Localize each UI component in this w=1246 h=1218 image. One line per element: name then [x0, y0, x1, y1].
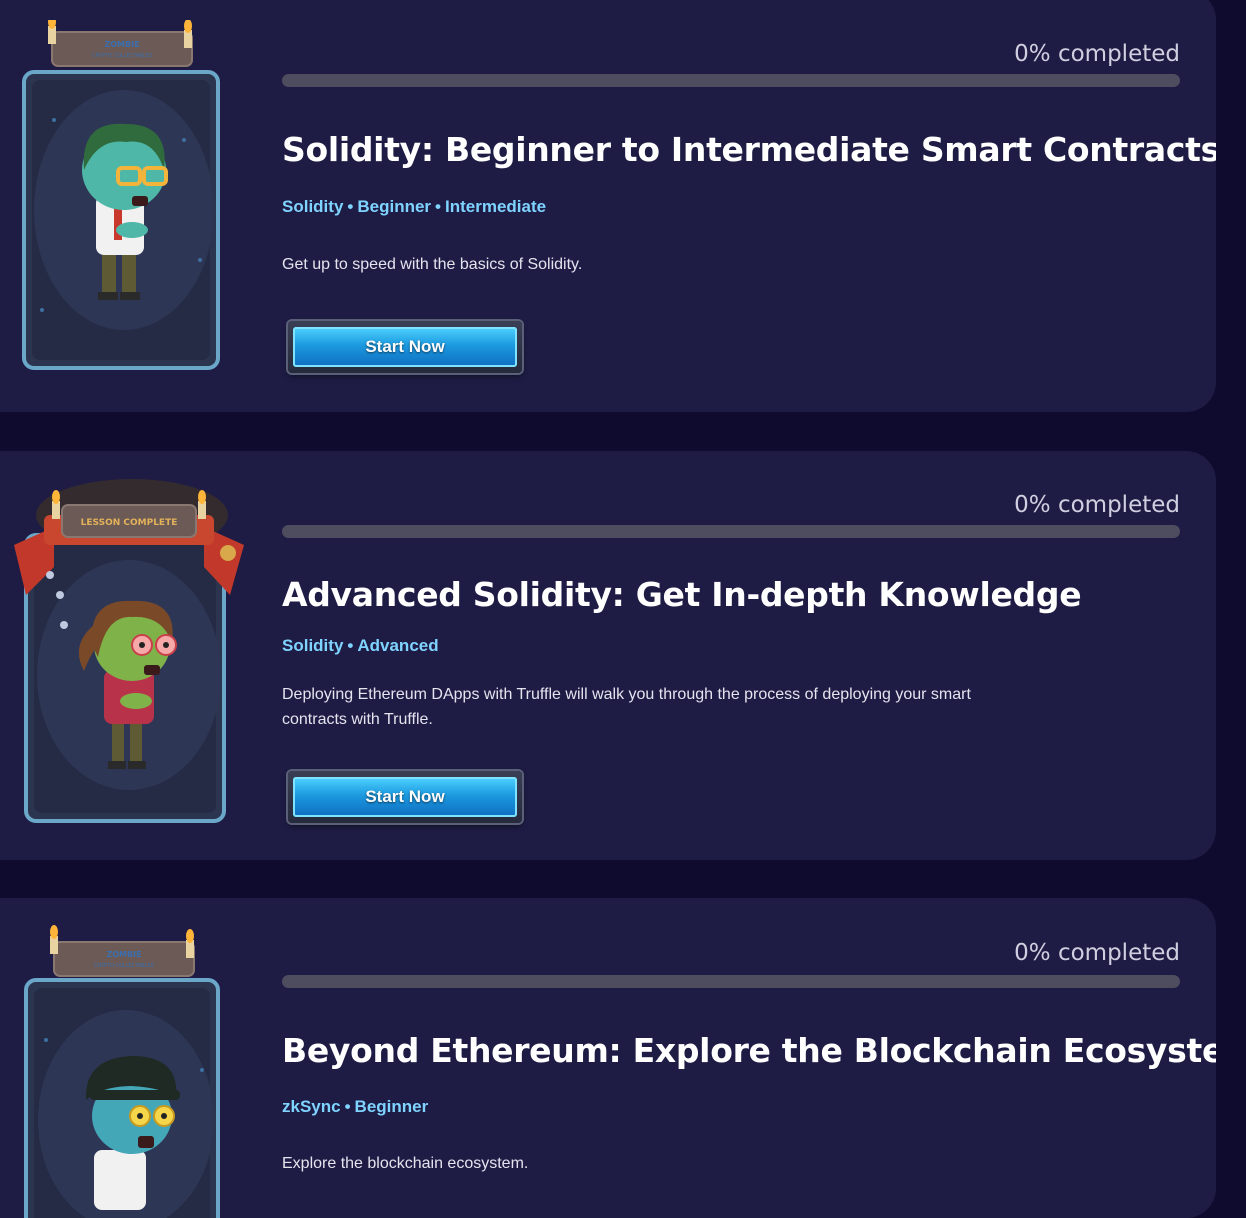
course-tag: Advanced [357, 636, 439, 655]
course-title: Beyond Ethereum: Explore the Blockchain … [282, 1031, 1216, 1070]
badge-subtext: CRYPTO COLLECTABLES [92, 53, 152, 59]
badge-text: LESSON COMPLETE [81, 518, 178, 528]
start-now-button[interactable]: Start Now [288, 771, 522, 823]
course-tag: zkSync [282, 1097, 341, 1116]
zombie-card-art: ZOMBIE CRYPTO COLLECTABLES [24, 925, 220, 1218]
zombie-card-art: ZOMBIE CRYPTO COLLECTABLES [22, 20, 220, 370]
progress-label: 0% completed [1014, 41, 1180, 67]
course-tags: Solidity • Beginner • Intermediate [282, 197, 546, 217]
tag-separator: • [344, 1097, 351, 1116]
progress-bar [282, 74, 1180, 87]
course-tag: Beginner [354, 1097, 429, 1116]
lesson-complete-card-art: LESSON COMPLETE [14, 479, 244, 823]
progress-bar [282, 525, 1180, 538]
course-card: LESSON COMPLETE 0% completed Advanced So… [0, 451, 1216, 860]
course-description: Explore the blockchain ecosystem. [282, 1155, 529, 1172]
course-content: 0% completed Beyond Ethereum: Explore th… [282, 898, 1216, 1218]
tag-separator: • [347, 197, 354, 216]
course-card: ZOMBIE CRYPTO COLLECTABLES 0% completed … [0, 0, 1216, 412]
course-title: Solidity: Beginner to Intermediate Smart… [282, 130, 1216, 169]
tag-separator: • [435, 197, 441, 216]
course-tag: Solidity [282, 636, 344, 655]
course-tag: Intermediate [445, 197, 547, 216]
badge-text: ZOMBIE [106, 950, 141, 959]
progress-bar [282, 975, 1180, 988]
course-description: Get up to speed with the basics of Solid… [282, 256, 583, 273]
tag-separator: • [347, 636, 354, 655]
badge-text: ZOMBIE [104, 40, 139, 49]
course-tags: Solidity • Advanced [282, 636, 439, 656]
course-content: 0% completed Advanced Solidity: Get In-d… [282, 451, 1180, 860]
course-content: 0% completed Solidity: Beginner to Inter… [282, 0, 1216, 412]
badge-subtext: CRYPTO COLLECTABLES [94, 963, 154, 969]
start-now-label: Start Now [293, 777, 517, 817]
start-now-label: Start Now [293, 327, 517, 367]
progress-label: 0% completed [1014, 940, 1180, 966]
progress-label: 0% completed [1014, 492, 1180, 518]
course-tags: zkSync • Beginner [282, 1097, 428, 1117]
course-tag: Beginner [357, 197, 432, 216]
start-now-button[interactable]: Start Now [288, 321, 522, 373]
course-card: ZOMBIE CRYPTO COLLECTABLES 0% completed … [0, 898, 1216, 1218]
course-description: Deploying Ethereum DApps with Truffle wi… [282, 686, 971, 728]
course-tag: Solidity [282, 197, 344, 216]
course-title: Advanced Solidity: Get In-depth Knowledg… [282, 575, 1082, 614]
